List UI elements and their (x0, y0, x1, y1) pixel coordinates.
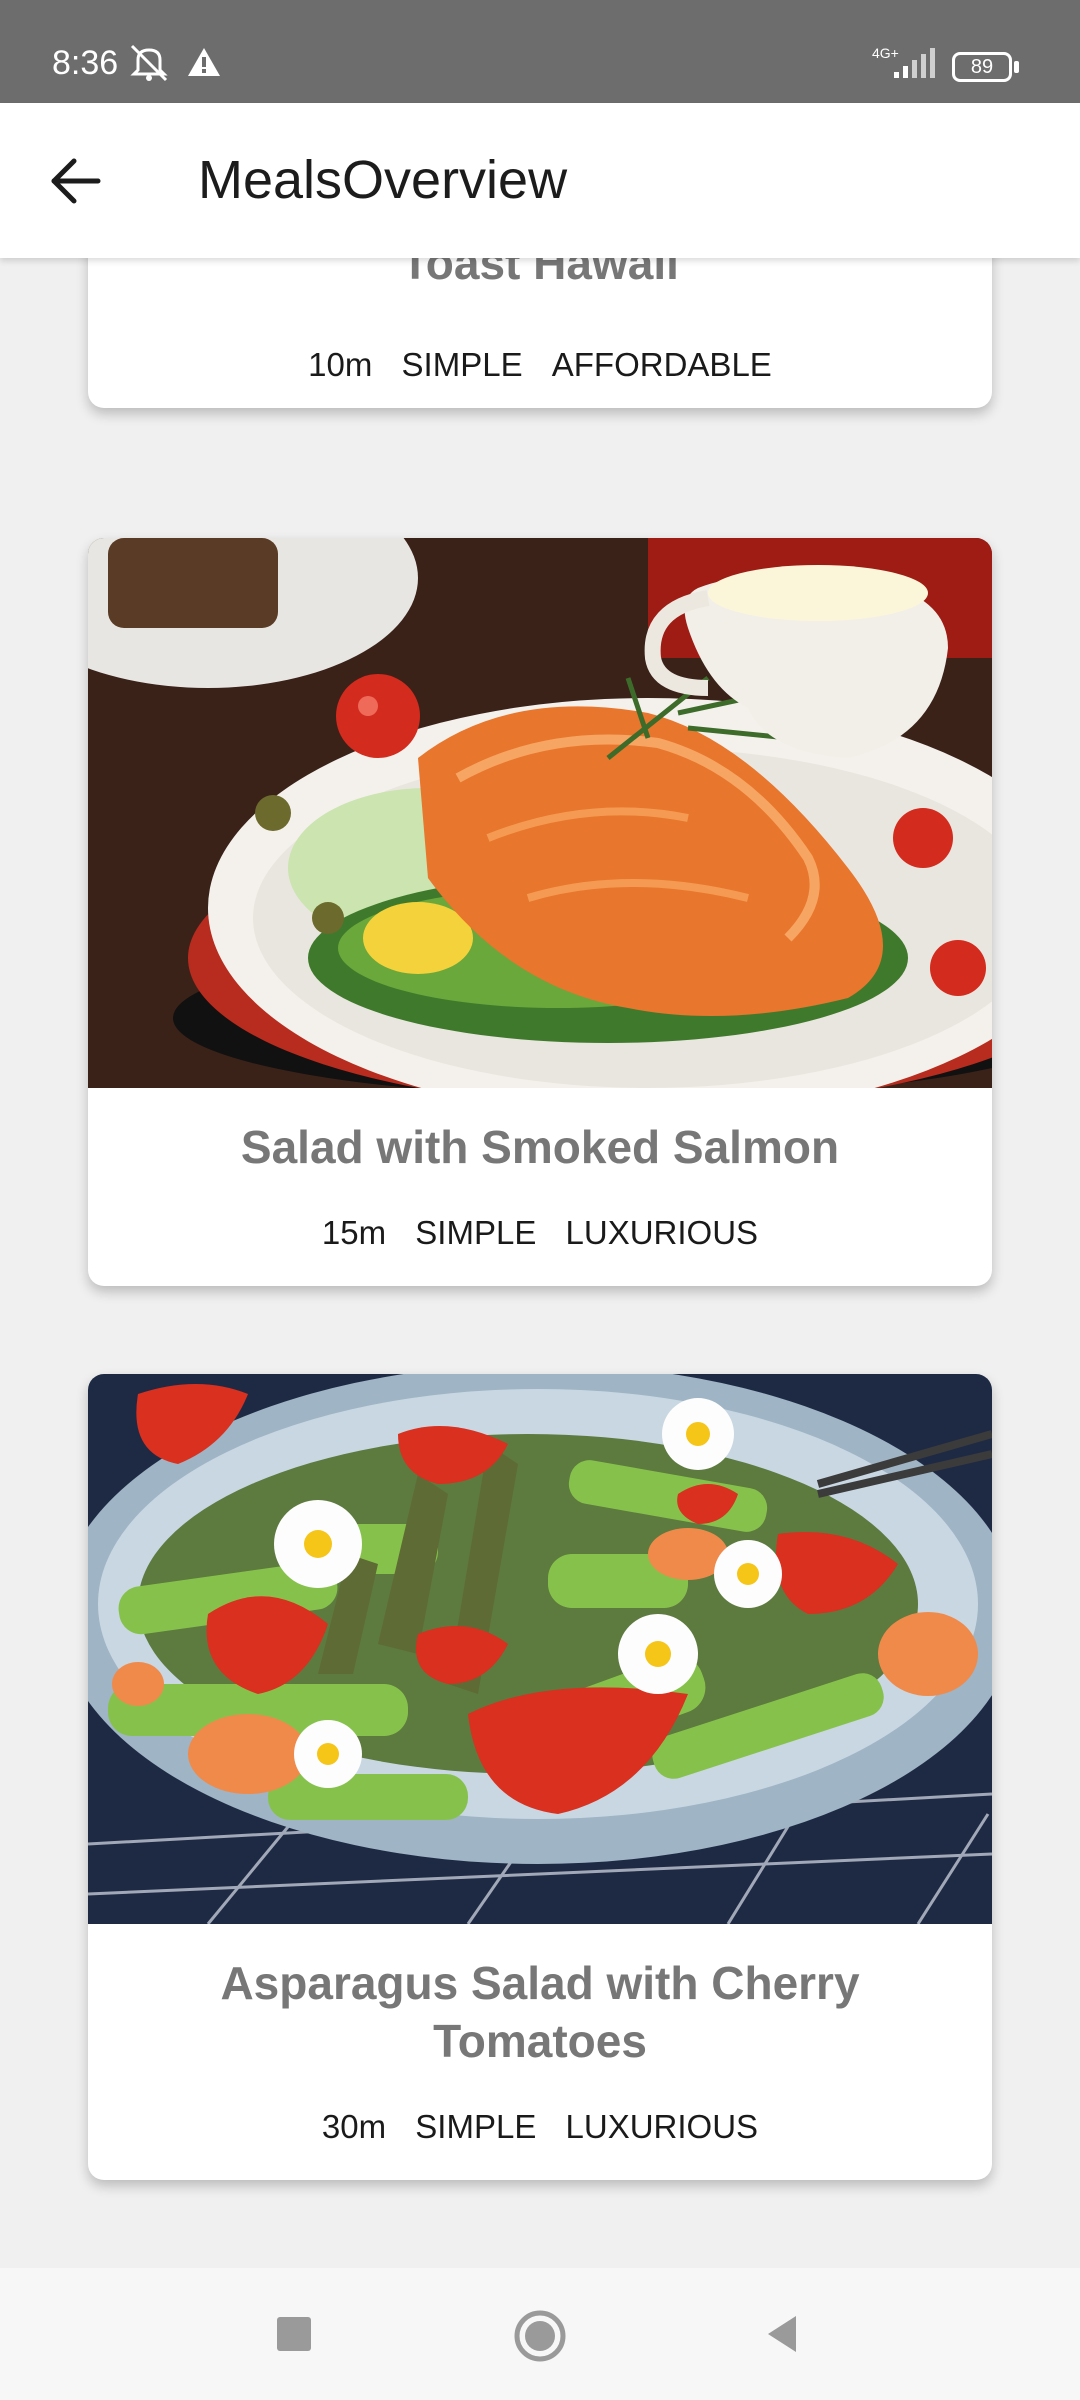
home-circle-icon (514, 2310, 566, 2362)
arrow-left-icon (51, 158, 101, 204)
recents-button[interactable] (264, 2304, 324, 2369)
meal-card-toast-hawaii[interactable]: Toast Hawaii 10m SIMPLE AFFORDABLE (88, 258, 992, 408)
meals-list[interactable]: Toast Hawaii 10m SIMPLE AFFORDABLE Salad… (0, 258, 1080, 2256)
meal-duration: 10m (308, 346, 373, 383)
meal-image-salmon-salad (88, 538, 992, 1088)
page-title: MealsOverview (198, 150, 568, 210)
meal-card-asparagus-salad[interactable]: Asparagus Salad with Cherry Tomatoes 30m… (88, 1374, 992, 2180)
meal-card-smoked-salmon[interactable]: Salad with Smoked Salmon 15m SIMPLE LUXU… (88, 538, 992, 1286)
back-triangle-icon (768, 2316, 796, 2352)
home-button[interactable] (508, 2304, 572, 2373)
back-button[interactable] (40, 145, 112, 217)
back-nav-button[interactable] (752, 2304, 812, 2369)
meal-affordability: AFFORDABLE (551, 346, 772, 383)
system-nav-bar (0, 2268, 1080, 2400)
meal-meta: 10m SIMPLE AFFORDABLE (88, 346, 992, 384)
meal-image-asparagus-salad (88, 1374, 992, 1924)
app-bar: MealsOverview (0, 103, 1080, 258)
meal-complexity: SIMPLE (401, 346, 523, 383)
signal-icon (892, 48, 938, 85)
meal-affordability: LUXURIOUS (565, 2108, 759, 2145)
mute-icon (126, 42, 172, 87)
meal-duration: 15m (321, 1214, 387, 1251)
meal-title: Toast Hawaii (401, 258, 679, 289)
meal-affordability: LUXURIOUS (565, 1214, 759, 1251)
warning-icon (186, 46, 222, 83)
battery-level: 89 (970, 56, 994, 78)
battery-icon: 89 (952, 52, 1019, 82)
meal-complexity: SIMPLE (415, 1214, 537, 1251)
meal-title: Salad with Smoked Salmon (240, 1121, 840, 1173)
meal-meta: 30m SIMPLE LUXURIOUS (88, 2108, 992, 2146)
meal-meta: 15m SIMPLE LUXURIOUS (88, 1214, 992, 1252)
status-bar: 8:36 4G+ 89 (0, 0, 1080, 103)
recents-square-icon (277, 2317, 311, 2351)
meal-title: Asparagus Salad with Cherry Tomatoes (220, 1957, 860, 2067)
meal-complexity: SIMPLE (415, 2108, 537, 2145)
status-time: 8:36 (52, 44, 119, 82)
meal-duration: 30m (321, 2108, 387, 2145)
